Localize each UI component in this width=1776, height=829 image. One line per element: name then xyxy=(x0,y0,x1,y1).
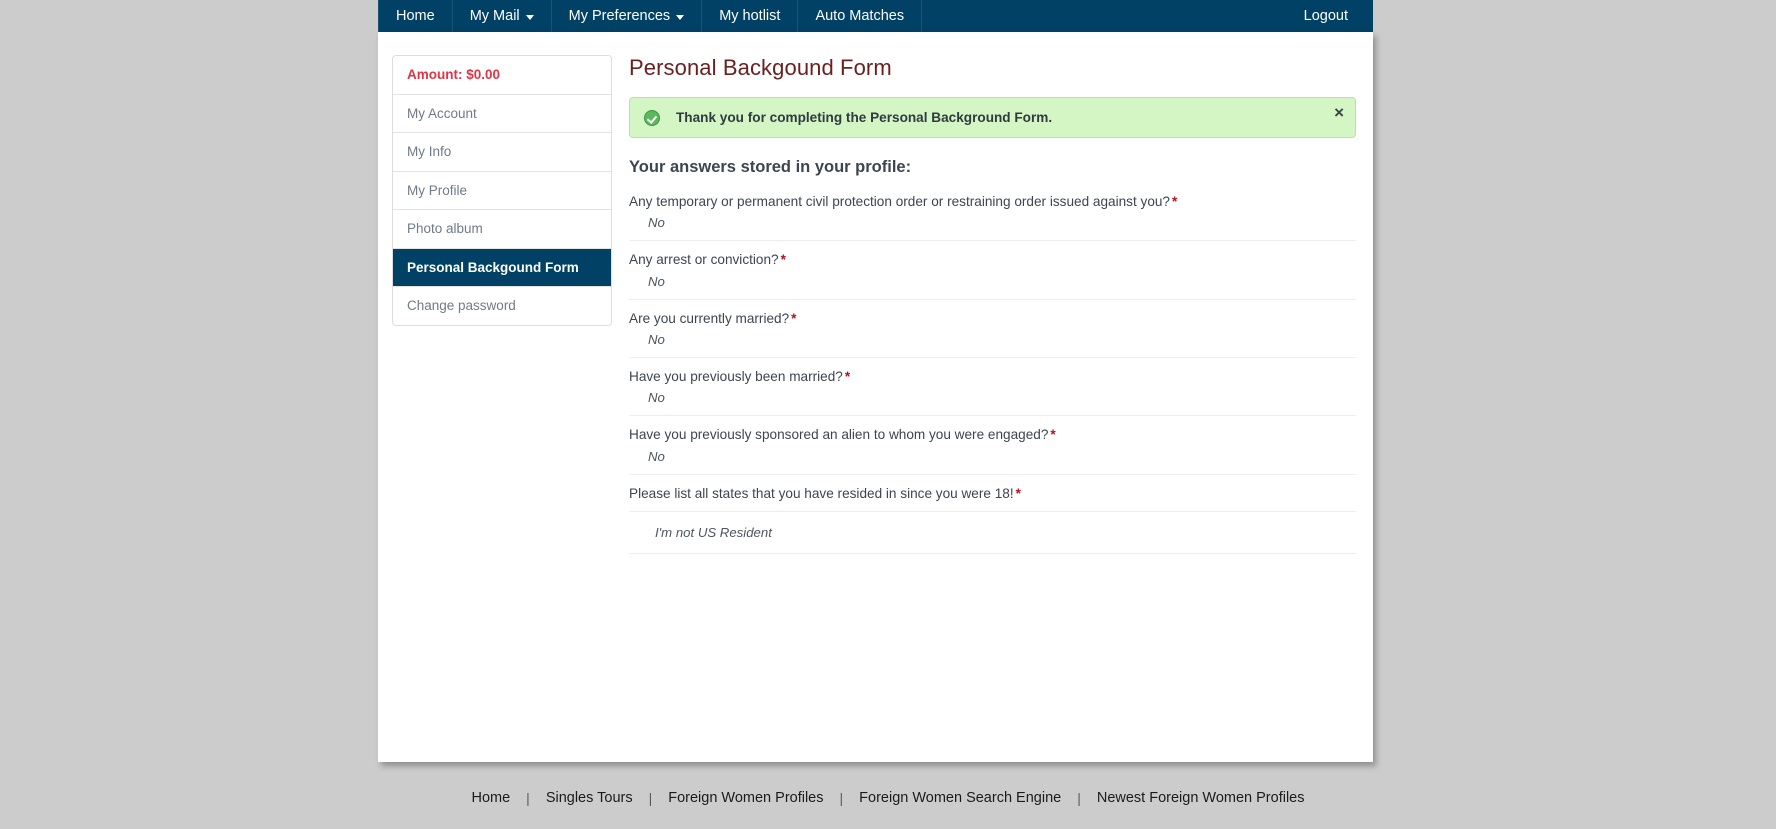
sidebar-item-personal-backgound-form[interactable]: Personal Backgound Form xyxy=(393,248,611,288)
page-root: Home My Mail My Preferences My hotlist Auto … xyxy=(0,0,1776,829)
footer-links: Home | Singles Tours | Foreign Women Profile… xyxy=(455,790,1320,806)
nav-item-label: My Mail xyxy=(469,7,520,24)
nav-item-label: Home xyxy=(396,7,435,24)
question-text: Any temporary or permanent civil protect… xyxy=(629,193,1356,211)
answer-value: No xyxy=(648,390,665,406)
sidebar-item-change-password[interactable]: Change password xyxy=(393,287,611,325)
close-icon[interactable]: × xyxy=(1334,104,1344,121)
main-container: Amount: $0.00 My Account My Info My Profil… xyxy=(378,32,1373,762)
question-label: Any arrest or conviction? xyxy=(629,252,779,268)
required-marker: * xyxy=(844,369,851,385)
footer-link-home[interactable]: Home xyxy=(455,790,526,806)
answers-list: Any temporary or permanent civil protect… xyxy=(629,193,1356,555)
footer-link-singles-tours[interactable]: Singles Tours xyxy=(530,790,649,806)
answer-value: No xyxy=(648,448,665,464)
nav-item-my-hotlist[interactable]: My hotlist xyxy=(702,0,799,32)
question-label: Are you currently married? xyxy=(629,310,790,326)
question-text: Have you previously sponsored an alien t… xyxy=(629,426,1356,444)
answer-row: Have you previously sponsored an alien t… xyxy=(629,426,1356,475)
question-label: Any temporary or permanent civil protect… xyxy=(629,194,1170,209)
question-text: Are you currently married? * xyxy=(629,310,1356,328)
navbar-right: Logout xyxy=(1287,0,1373,32)
content-wrapper: Amount: $0.00 My Account My Info My Profil… xyxy=(378,32,1373,555)
required-marker: * xyxy=(791,310,797,326)
answer-row: Any temporary or permanent civil protect… xyxy=(629,193,1356,242)
page-title: Personal Backgound Form xyxy=(629,55,892,80)
sidebar-item-my-profile[interactable]: My Profile xyxy=(393,171,611,211)
question-label: Have you previously sponsored an alien t… xyxy=(629,427,1049,443)
nav-item-my-preferences[interactable]: My Preferences xyxy=(552,0,703,32)
nav-item-logout[interactable]: Logout xyxy=(1287,0,1373,32)
check-circle-icon xyxy=(644,109,660,126)
sidebar-item-list: My Account My Info My Profile Photo album Pe… xyxy=(393,94,611,325)
sidebar-item-photo-album[interactable]: Photo album xyxy=(393,210,611,249)
nav-item-label: Auto Matches xyxy=(815,7,905,24)
nav-item-label: My Preferences xyxy=(568,7,671,24)
nav-item-my-mail[interactable]: My Mail xyxy=(453,0,552,32)
question-text: Have you previously been married? * xyxy=(629,368,1356,386)
required-marker: * xyxy=(1050,427,1056,443)
answer-value: No xyxy=(648,215,665,231)
answer-value: No xyxy=(648,273,665,289)
nav-item-label: My hotlist xyxy=(719,7,781,24)
question-text: Please list all states that you have res… xyxy=(629,485,1356,503)
sidebar-amount: Amount: $0.00 xyxy=(393,56,611,95)
nav-item-home[interactable]: Home xyxy=(378,0,453,32)
sidebar-item-my-account[interactable]: My Account xyxy=(393,94,611,134)
navbar-items: Home My Mail My Preferences My hotlist Auto … xyxy=(378,0,923,32)
sidebar-item-my-info[interactable]: My Info xyxy=(393,133,611,172)
answer-row: Any arrest or conviction? * No xyxy=(629,251,1356,300)
chevron-down-icon xyxy=(525,14,534,20)
success-alert: Thank you for completing the Personal Ba… xyxy=(629,97,1356,138)
sidebar-amount-label: Amount: $0.00 xyxy=(407,67,501,82)
answer-value: No xyxy=(648,332,665,348)
answers-heading: Your answers stored in your profile: xyxy=(629,158,912,176)
nav-item-logout-label: Logout xyxy=(1303,7,1348,24)
answer-value: I'm not US Resident xyxy=(629,512,1356,555)
answer-row: Are you currently married? * No xyxy=(629,310,1356,359)
footer-link-foreign-women-search-engine[interactable]: Foreign Women Search Engine xyxy=(843,790,1077,806)
question-label: Have you previously been married? xyxy=(629,369,843,385)
question-text: Any arrest or conviction? * xyxy=(629,251,1356,269)
footer-link-foreign-women-profiles[interactable]: Foreign Women Profiles xyxy=(652,790,839,806)
required-marker: * xyxy=(780,252,786,268)
footer-link-newest-foreign-women-profiles[interactable]: Newest Foreign Women Profiles xyxy=(1081,790,1321,806)
site-footer: Home | Singles Tours | Foreign Women Profile… xyxy=(0,790,1776,806)
question-label: Please list all states that you have res… xyxy=(629,485,1014,501)
account-sidebar: Amount: $0.00 My Account My Info My Profil… xyxy=(392,55,612,326)
answer-row: Please list all states that you have res… xyxy=(629,485,1356,513)
answer-row: Have you previously been married? * No xyxy=(629,368,1356,417)
required-marker: * xyxy=(1015,485,1021,501)
chevron-down-icon xyxy=(676,14,685,20)
main-panel: Personal Backgound Form Thank you for co… xyxy=(626,55,1356,555)
success-alert-message: Thank you for completing the Personal Ba… xyxy=(676,110,1053,125)
top-navbar: Home My Mail My Preferences My hotlist Auto … xyxy=(378,0,1373,32)
nav-item-auto-matches[interactable]: Auto Matches xyxy=(798,0,923,32)
required-marker: * xyxy=(1172,194,1178,209)
